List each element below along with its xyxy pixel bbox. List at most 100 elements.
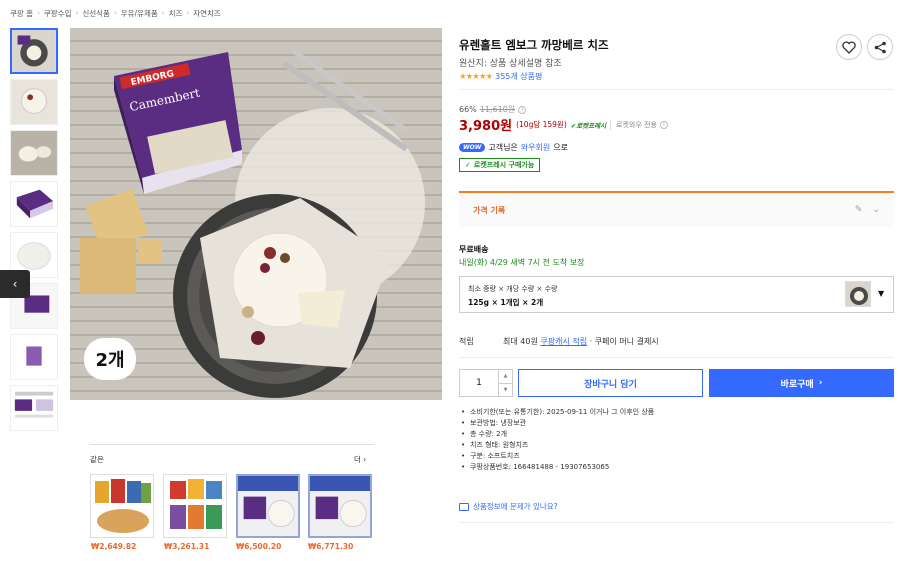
wow-text-after: 으로 <box>553 143 568 152</box>
buy-now-button[interactable]: 바로구매 › <box>709 369 894 397</box>
quantity-down-icon[interactable]: ▼ <box>499 382 512 397</box>
list-item: • 구분: 소프트치즈 <box>461 452 520 460</box>
pencil-icon[interactable]: ✎ <box>855 205 863 215</box>
share-button[interactable] <box>867 34 893 60</box>
related-product-price: ₩6,771.30 <box>308 542 354 551</box>
quantity-up-icon[interactable]: ▲ <box>499 370 512 383</box>
wishlist-button[interactable] <box>836 34 862 60</box>
package-thumbnail <box>11 182 57 226</box>
chevron-down-icon[interactable]: ⌄ <box>872 205 880 215</box>
original-price-row: 66% 11,610원 i <box>459 104 527 115</box>
thumbnail-2[interactable] <box>10 79 58 125</box>
cheese-slice-thumbnail <box>11 80 57 124</box>
coupang-cash-link[interactable]: 쿠팡캐시 적립 <box>540 336 587 347</box>
add-to-cart-button[interactable]: 장바구니 담기 <box>518 369 703 397</box>
thumbnail-list <box>10 28 60 436</box>
breadcrumb-cheese[interactable]: 치즈 <box>169 8 183 19</box>
product-origin: 원산지: 상품 상세설명 참조 <box>459 59 562 69</box>
report-product-info-link[interactable]: 상품정보에 문제가 있나요? <box>459 501 558 512</box>
related-product-card[interactable] <box>308 474 372 538</box>
chevron-left-icon: ‹ <box>12 277 18 291</box>
breadcrumb: 쿠팡 홈 › 쿠팡수입 › 신선식품 › 우유/유제품 › 치즈 › 자연치즈 <box>10 6 221 20</box>
review-count-link[interactable]: 355개 상품평 <box>495 71 542 82</box>
breadcrumb-home[interactable]: 쿠팡 홈 <box>10 8 33 19</box>
wow-badge: WOW <box>459 143 486 152</box>
info-icon[interactable]: i <box>518 105 527 114</box>
discount-rate: 66% <box>459 105 477 114</box>
divider <box>90 444 374 445</box>
cheese-plate-thumbnail <box>12 30 56 72</box>
list-item: • 쿠팡상품번호: 166481488 - 19307653065 <box>461 463 610 471</box>
breadcrumb-fresh[interactable]: 신선식품 <box>82 8 110 19</box>
thumbnail-3[interactable] <box>10 130 58 176</box>
option-select[interactable]: 최소 중량 × 개당 수량 × 수량 125g × 1개입 × 2개 ▼ <box>459 276 894 313</box>
cheese-board-thumbnail <box>11 131 57 175</box>
quantity-badge: 2개 <box>84 338 136 380</box>
list-item: • 보관방법: 냉장보관 <box>461 419 527 427</box>
wow-only-label: 로켓와우 전용 <box>616 120 657 129</box>
caret-down-icon: ▼ <box>878 289 885 298</box>
rocket-fresh-available-label: 로켓프레시 구매가능 <box>473 161 535 169</box>
delivery-eta: 내일(화) 4/29 새벽 7시 전 도착 보장 <box>459 258 585 267</box>
check-icon: ✓ <box>465 161 471 169</box>
related-product-price: ₩3,261.31 <box>164 542 210 551</box>
rocket-fresh-label: 로켓프레시 <box>576 121 607 130</box>
breadcrumb-import[interactable]: 쿠팡수입 <box>44 8 72 19</box>
chevron-right-icon: › <box>37 9 40 17</box>
rocket-fresh-badge: ✔로켓프레시 <box>570 121 607 130</box>
price-history-panel[interactable]: 가격 기록 ✎ ⌄ <box>459 191 894 227</box>
thumbnail-1[interactable] <box>10 28 58 74</box>
divider <box>459 89 894 90</box>
snack-assortment-image <box>164 475 226 537</box>
chevron-right-icon: › <box>818 378 823 388</box>
star-rating-icon: ★★★★★ <box>459 71 493 82</box>
chevron-right-icon: › <box>75 9 79 17</box>
spec-list: • 소비기한(또는 유통기한): 2025-09-11 이거나 그 이후인 상품 … <box>461 407 881 473</box>
label-thumbnail <box>11 335 57 379</box>
thumbnail-8[interactable] <box>10 385 58 431</box>
wow-text-before: 고객님은 <box>488 143 518 152</box>
breadcrumb-dairy[interactable]: 우유/유제품 <box>121 8 158 19</box>
option-label: 최소 중량 × 개당 수량 × 수량 <box>468 285 558 293</box>
report-label: 상품정보에 문제가 있나요? <box>473 502 558 511</box>
wow-member-link[interactable]: 와우회원 <box>521 142 550 153</box>
buy-now-label: 바로구매 <box>780 379 814 390</box>
comment-icon <box>459 502 469 511</box>
divider <box>459 522 894 523</box>
reward-row: 적립 최대 40원 쿠팡캐시 적립 · 쿠페이 머니 결제시 <box>459 336 659 347</box>
breadcrumb-natural-cheese[interactable]: 자연치즈 <box>193 8 221 19</box>
cheese-product-image <box>238 476 298 536</box>
related-product-card[interactable] <box>90 474 154 538</box>
main-product-image[interactable]: EMBORG Camembert 2개 <box>70 28 442 400</box>
chevron-right-icon: › <box>113 9 117 17</box>
cheese-product-image <box>310 476 370 536</box>
previous-arrow-button[interactable]: ‹ <box>0 270 30 298</box>
related-product-card[interactable] <box>236 474 300 538</box>
thumbnail-4[interactable] <box>10 181 58 227</box>
rocket-fresh-available-badge: ✓ 로켓프레시 구매가능 <box>459 158 541 172</box>
rating: ★★★★★ 355개 상품평 <box>459 71 542 82</box>
related-product-card[interactable] <box>163 474 227 538</box>
divider <box>459 357 894 358</box>
list-item: • 치즈 형태: 원형치즈 <box>461 441 529 449</box>
related-product-price: ₩6,500.20 <box>236 542 282 551</box>
quantity-input[interactable]: 1 <box>460 370 498 396</box>
quantity-stepper[interactable]: 1 ▲ ▼ <box>459 369 513 397</box>
related-more-link[interactable]: 더 › <box>354 454 366 465</box>
list-item: • 소비기한(또는 유통기한): 2025-09-11 이거나 그 이후인 상품 <box>461 408 655 416</box>
option-thumbnail <box>845 281 871 307</box>
chevron-right-icon: › <box>161 9 165 17</box>
info-icon[interactable]: i <box>659 120 668 129</box>
thumbnail-7[interactable] <box>10 334 58 380</box>
sale-price: 3,980원 <box>459 119 513 134</box>
list-item: • 총 수량: 2개 <box>461 430 508 438</box>
reward-label: 적립 <box>459 337 474 346</box>
shipping-title: 무료배송 <box>459 245 489 254</box>
info-sheet-thumbnail <box>11 386 57 430</box>
reward-suffix: · 쿠페이 머니 결제시 <box>589 337 659 346</box>
related-product-price: ₩2,649.82 <box>91 542 137 551</box>
sale-price-row: 3,980원 (10g당 159원) ✔로켓프레시 로켓와우 전용 i <box>459 115 668 134</box>
product-title: 유렌홀트 엠보그 까망베르 치즈 <box>459 38 609 52</box>
price-history-label: 가격 기록 <box>473 205 506 215</box>
heart-icon <box>842 40 856 54</box>
